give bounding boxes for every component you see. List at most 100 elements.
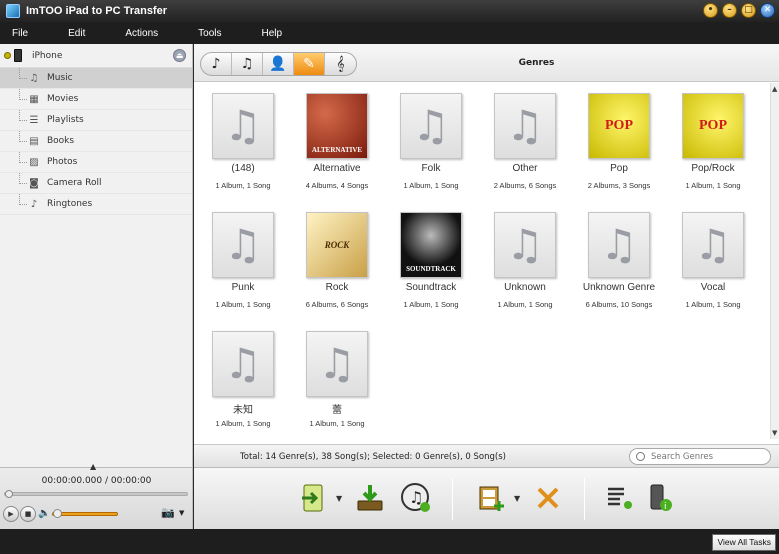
sidebar-item-label: Ringtones	[47, 199, 93, 209]
genre-name: 未知	[233, 405, 253, 416]
volume-slider[interactable]	[52, 509, 118, 518]
genre-count: 1 Album, 1 Song	[685, 300, 741, 309]
view-all-tasks-button[interactable]: View All Tasks	[712, 534, 776, 551]
genre-thumbnail[interactable]: ♫	[212, 93, 274, 159]
sidebar-item-movies[interactable]: ▦ Movies	[0, 89, 192, 110]
sidebar-item-label: Playlists	[47, 115, 84, 125]
sidebar: iPhone ⏏ ♫ Music ▦ Movies ☰ Playlists ▤ Books ▨ P…	[0, 44, 193, 467]
seek-handle[interactable]	[5, 490, 13, 498]
add-video-dropdown-icon[interactable]: ▼	[514, 494, 520, 503]
import-button[interactable]	[354, 482, 386, 514]
minimize-button[interactable]: –	[722, 3, 737, 18]
genre-name: Pop/Rock	[691, 163, 735, 174]
snapshot-camera-icon[interactable]: 📷	[161, 506, 175, 519]
genre-card[interactable]: POP Pop 2 Albums, 3 Songs	[572, 83, 666, 193]
genre-count: 1 Album, 1 Song	[685, 181, 741, 190]
genre-card[interactable]: ♫ 未知 1 Album, 1 Song	[196, 321, 290, 431]
scroll-up-icon[interactable]: ▲	[772, 85, 777, 93]
play-icon[interactable]: ▶	[3, 506, 19, 522]
genre-thumbnail[interactable]: POP	[588, 93, 650, 159]
menu-edit[interactable]: Edit	[56, 28, 85, 39]
volume-icon[interactable]: 🔈	[38, 508, 50, 519]
itunes-icon: ♫	[401, 483, 430, 512]
menu-help[interactable]: Help	[250, 28, 283, 39]
snapshot-dropdown-icon[interactable]: ▼	[179, 509, 184, 517]
genre-count: 6 Albums, 6 Songs	[305, 300, 369, 309]
bottom-bar: View All Tasks	[0, 529, 779, 554]
genre-card[interactable]: ALTERNATIVE Alternative 4 Albums, 4 Songs	[290, 83, 384, 193]
sidebar-item-music[interactable]: ♫ Music	[0, 68, 192, 89]
genre-name: Vocal	[700, 282, 726, 293]
menu-actions[interactable]: Actions	[113, 28, 158, 39]
device-node[interactable]: iPhone ⏏	[0, 44, 192, 68]
album-art-text: POP	[605, 118, 633, 133]
search-input[interactable]	[651, 451, 761, 462]
search-box[interactable]	[629, 448, 771, 465]
close-button[interactable]: ✕	[760, 3, 775, 18]
title-bar: ImTOO iPad to PC Transfer • – □ ✕	[0, 0, 779, 22]
volume-handle[interactable]	[53, 509, 62, 518]
genre-thumbnail[interactable]: ♫	[306, 331, 368, 397]
sidebar-item-camera-roll[interactable]: ◙ Camera Roll	[0, 173, 192, 194]
genre-card[interactable]: ♫ Folk 1 Album, 1 Song	[384, 83, 478, 193]
svg-text:i: i	[664, 502, 667, 512]
delete-button[interactable]	[532, 482, 564, 514]
genre-thumbnail[interactable]: ♫	[212, 331, 274, 397]
genre-thumbnail[interactable]: POP	[682, 93, 744, 159]
genre-thumbnail[interactable]: ALTERNATIVE	[306, 93, 368, 159]
music-note-icon: ♫	[506, 101, 544, 150]
genre-card[interactable]: SOUNDTRACK Soundtrack 1 Album, 1 Song	[384, 202, 478, 312]
genre-thumbnail[interactable]: ♫	[494, 93, 556, 159]
export-dropdown-icon[interactable]: ▼	[336, 494, 342, 503]
genre-card[interactable]: ♫ Other 2 Albums, 6 Songs	[478, 83, 572, 193]
album-art: POP	[589, 94, 649, 158]
sidebar-item-label: Photos	[47, 157, 78, 167]
action-bar: ▼ ♫ ▼ i	[194, 467, 779, 529]
expand-up-icon[interactable]: ▲	[90, 462, 96, 471]
app-window: ImTOO iPad to PC Transfer • – □ ✕ File E…	[0, 0, 779, 554]
main-content: ♪ ♫ 👤 ✎ 𝄞 Genres ♫ (148) 1 Album, 1 Song AL…	[194, 44, 779, 467]
scrollbar[interactable]: ▲ ▼	[770, 83, 779, 439]
tree-line	[19, 194, 27, 205]
collapse-icon[interactable]	[4, 52, 11, 59]
genre-thumbnail[interactable]: ♫	[588, 212, 650, 278]
music-note-icon: ♫	[600, 220, 638, 269]
section-title: Genres	[518, 58, 555, 68]
genre-card[interactable]: POP Pop/Rock 1 Album, 1 Song	[666, 83, 760, 193]
genre-card[interactable]: ♫ Unknown 1 Album, 1 Song	[478, 202, 572, 312]
genre-thumbnail[interactable]: ♫	[212, 212, 274, 278]
genre-card[interactable]: ♫ Unknown Genre 6 Albums, 10 Songs	[572, 202, 666, 312]
device-info-button[interactable]: i	[644, 482, 676, 514]
genre-card[interactable]: ♫ (148) 1 Album, 1 Song	[196, 83, 290, 193]
add-video-button[interactable]	[476, 482, 508, 514]
tree-line	[19, 68, 27, 79]
seek-bar[interactable]	[4, 490, 188, 498]
album-art: ROCK	[307, 213, 367, 277]
menu-tools[interactable]: Tools	[186, 28, 221, 39]
menu-file[interactable]: File	[0, 28, 28, 39]
sidebar-item-playlists[interactable]: ☰ Playlists	[0, 110, 192, 131]
genre-thumbnail[interactable]: SOUNDTRACK	[400, 212, 462, 278]
genre-thumbnail[interactable]: ♫	[494, 212, 556, 278]
sidebar-item-photos[interactable]: ▨ Photos	[0, 152, 192, 173]
ringtone-icon: ♪	[30, 198, 38, 210]
media-player: ▲ 00:00:00.000 / 00:00:00 ▶ ■ 🔈 📷 ▼	[0, 462, 193, 529]
export-to-pc-button[interactable]	[298, 482, 330, 514]
genre-card[interactable]: ♫ Vocal 1 Album, 1 Song	[666, 202, 760, 312]
genre-thumbnail[interactable]: ♫	[682, 212, 744, 278]
genre-thumbnail[interactable]: ROCK	[306, 212, 368, 278]
genre-thumbnail[interactable]: ♫	[400, 93, 462, 159]
settings-icon[interactable]: •	[703, 3, 718, 18]
eject-icon[interactable]: ⏏	[173, 49, 186, 62]
stop-icon[interactable]: ■	[20, 506, 36, 522]
camera-icon: ◙	[29, 177, 39, 189]
sidebar-item-ringtones[interactable]: ♪ Ringtones	[0, 194, 192, 215]
maximize-button[interactable]: □	[741, 3, 756, 18]
genre-card[interactable]: ♫ Punk 1 Album, 1 Song	[196, 202, 290, 312]
playlist-button[interactable]	[604, 482, 636, 514]
sidebar-item-books[interactable]: ▤ Books	[0, 131, 192, 152]
add-to-itunes-button[interactable]: ♫	[400, 482, 432, 514]
genre-card[interactable]: ROCK Rock 6 Albums, 6 Songs	[290, 202, 384, 312]
scroll-down-icon[interactable]: ▼	[772, 429, 777, 437]
genre-card[interactable]: ♫ 蕾 1 Album, 1 Song	[290, 321, 384, 431]
